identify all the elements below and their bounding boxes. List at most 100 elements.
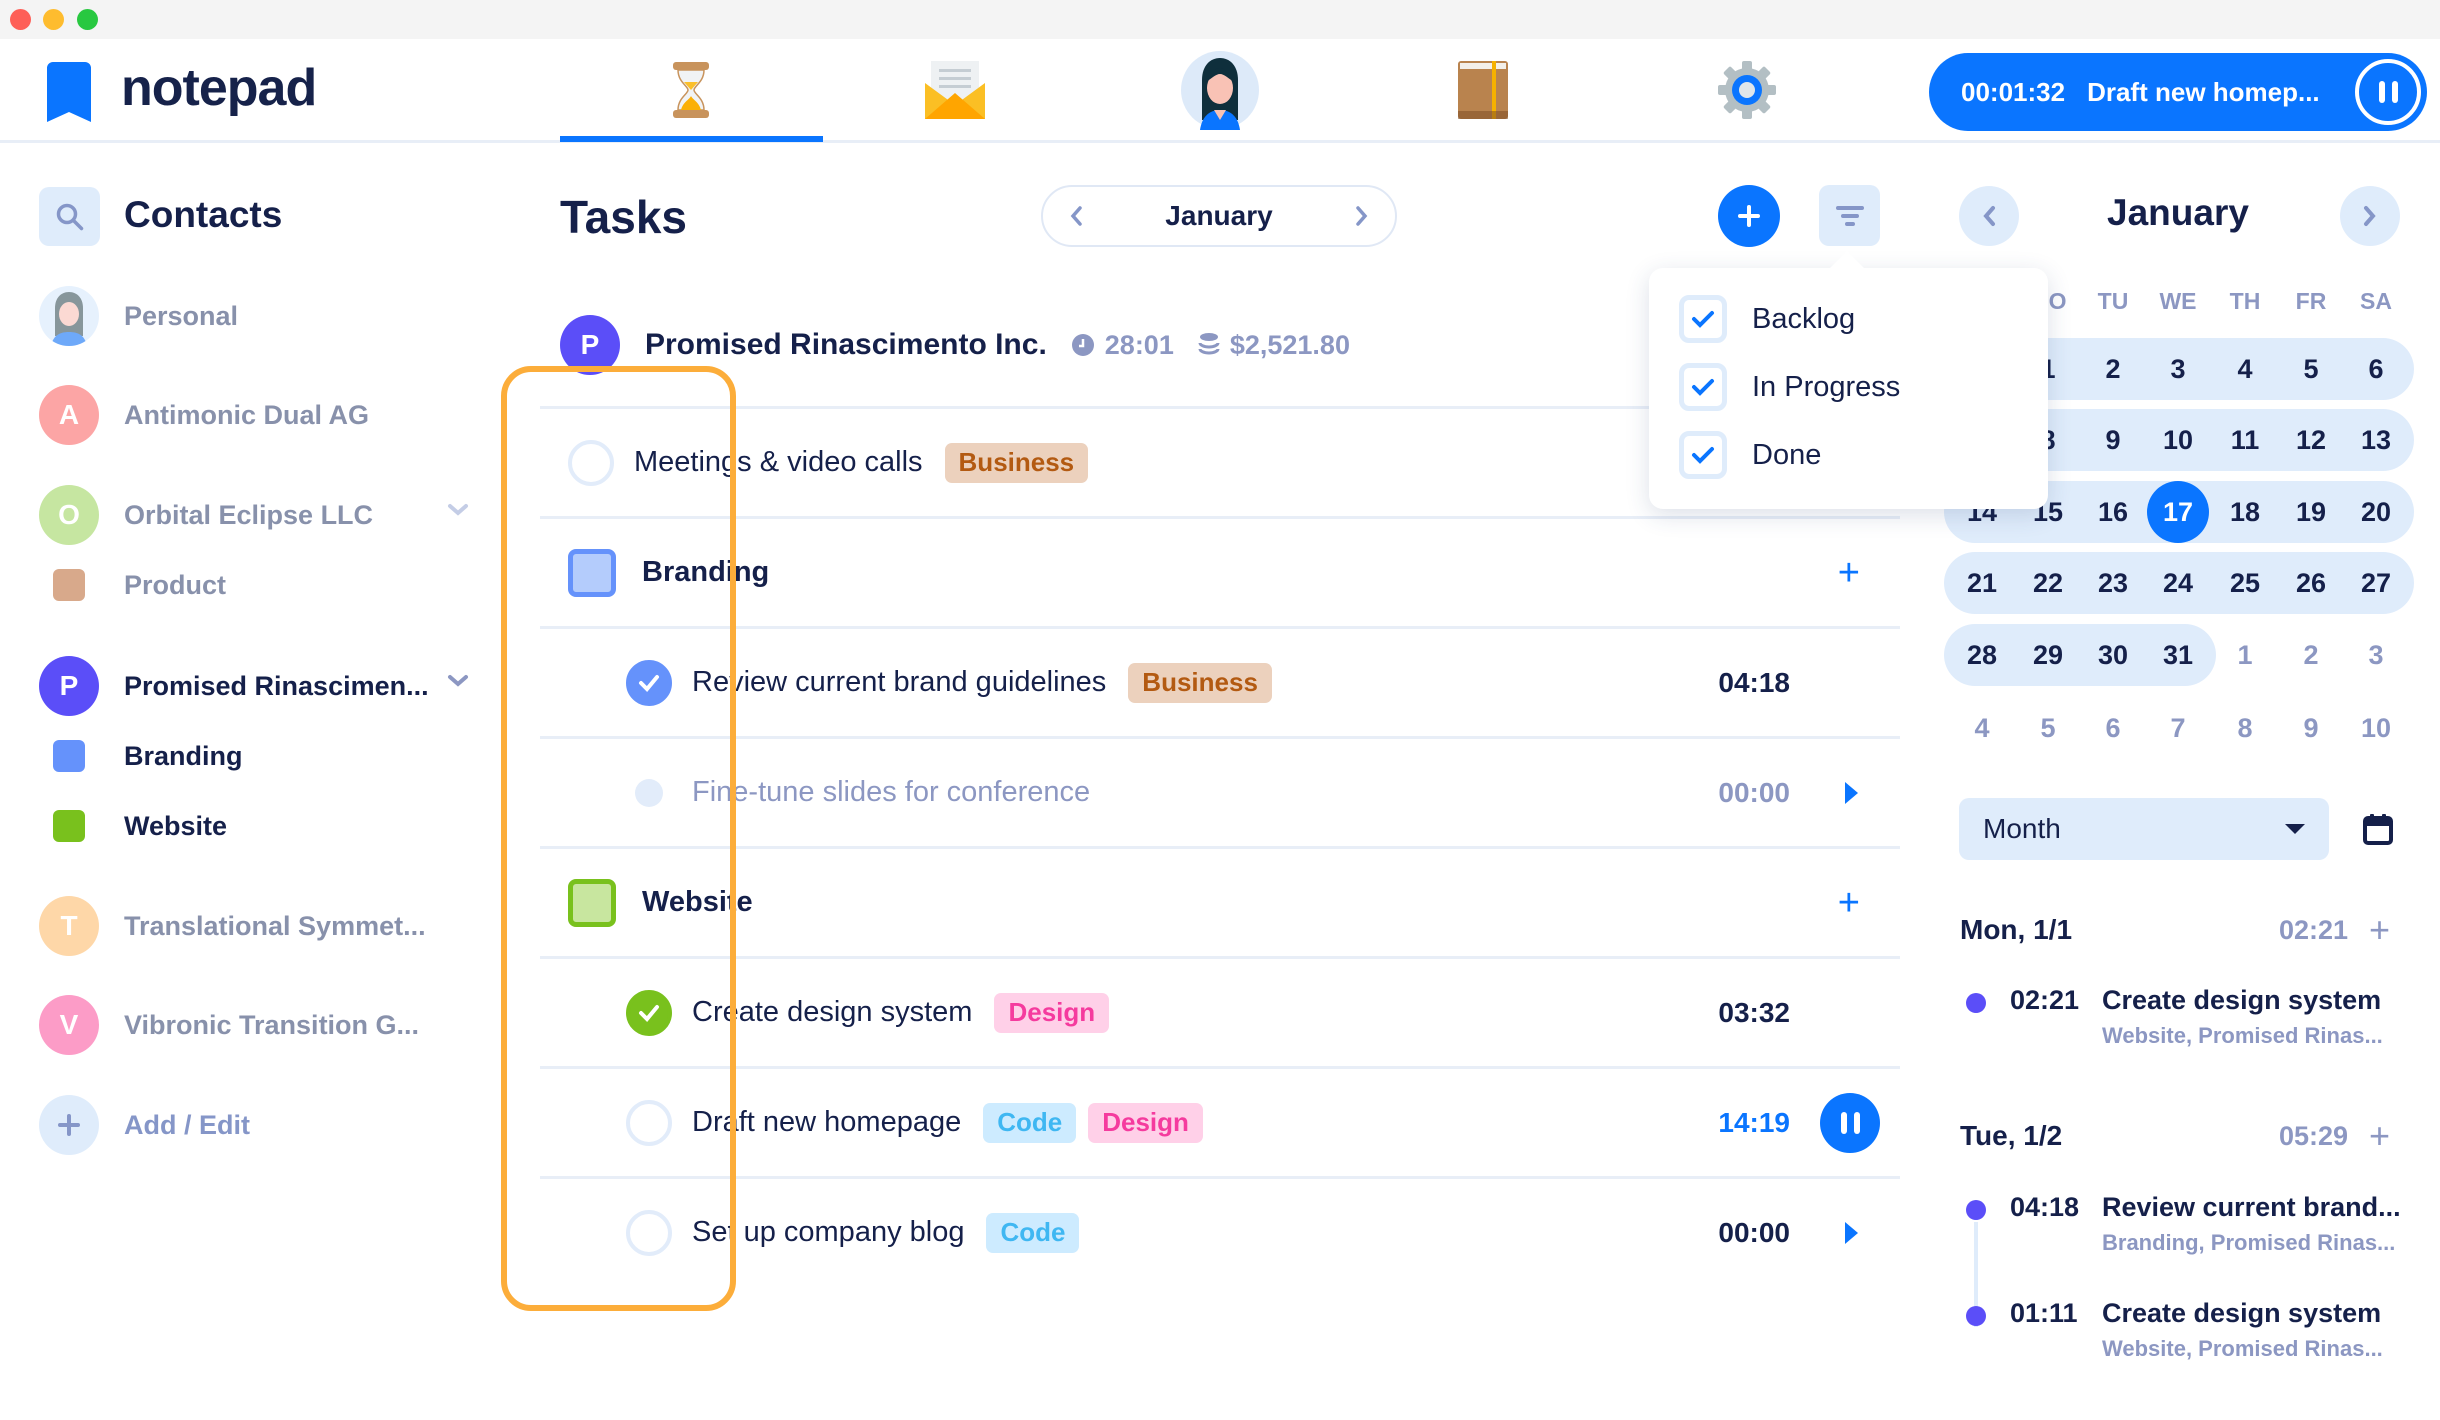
- calendar-day[interactable]: 7: [2148, 697, 2208, 759]
- calendar-day[interactable]: 31: [2148, 624, 2208, 686]
- contact-item-translational[interactable]: T Translational Symmet...: [39, 896, 469, 956]
- calendar-day[interactable]: 20: [2346, 481, 2406, 543]
- project-color-swatch: [53, 810, 85, 842]
- nav-tab-settings[interactable]: [1702, 50, 1792, 130]
- contact-item-personal[interactable]: Personal: [39, 286, 469, 346]
- calendar-day-today[interactable]: 17: [2148, 481, 2208, 543]
- calendar-day[interactable]: 24: [2148, 552, 2208, 614]
- filter-button[interactable]: [1819, 185, 1880, 246]
- calendar-day[interactable]: 12: [2281, 409, 2341, 471]
- calendar-prev-button[interactable]: [1959, 186, 2019, 246]
- calendar-day[interactable]: 10: [2148, 409, 2208, 471]
- calendar-day[interactable]: 4: [2215, 338, 2275, 400]
- calendar-day[interactable]: 4: [1952, 697, 2012, 759]
- minimize-window-button[interactable]: [43, 9, 64, 30]
- timer-pause-button[interactable]: [2355, 59, 2421, 125]
- calendar-day[interactable]: 21: [1952, 552, 2012, 614]
- calendar-day[interactable]: 26: [2281, 552, 2341, 614]
- maximize-window-button[interactable]: [77, 9, 98, 30]
- calendar-day[interactable]: 11: [2215, 409, 2275, 471]
- agenda-entry[interactable]: 01:11 Create design system Website, Prom…: [1960, 1298, 2400, 1368]
- chevron-right-icon[interactable]: [1355, 205, 1369, 227]
- contact-label: Vibronic Transition G...: [124, 1009, 420, 1040]
- calendar-day[interactable]: 6: [2083, 697, 2143, 759]
- contact-item-vibronic[interactable]: V Vibronic Transition G...: [39, 995, 469, 1055]
- play-icon[interactable]: [1845, 781, 1858, 804]
- task-row[interactable]: Set up company blog Code 00:00: [540, 1176, 1900, 1286]
- calendar-next-button[interactable]: [2340, 186, 2400, 246]
- calendar-day[interactable]: 25: [2215, 552, 2275, 614]
- project-row[interactable]: Website +: [540, 846, 1900, 956]
- nav-tab-mail[interactable]: [910, 50, 1000, 130]
- calendar-day[interactable]: 10: [2346, 697, 2406, 759]
- filter-option-done[interactable]: Done: [1679, 431, 1821, 479]
- calendar-day[interactable]: 27: [2346, 552, 2406, 614]
- time-value: 28:01: [1104, 329, 1174, 360]
- calendar-day[interactable]: 2: [2083, 338, 2143, 400]
- project-item-product[interactable]: Product: [39, 555, 469, 615]
- task-checkbox[interactable]: [626, 1099, 672, 1146]
- nav-tab-tasks[interactable]: [646, 50, 736, 130]
- add-entry-button[interactable]: +: [2369, 1118, 2390, 1154]
- calendar-day[interactable]: 30: [2083, 624, 2143, 686]
- contact-item-orbital[interactable]: O Orbital Eclipse LLC: [39, 485, 469, 545]
- agenda-entry[interactable]: 02:21 Create design system Website, Prom…: [1960, 985, 2400, 1055]
- calendar-day[interactable]: 2: [2281, 624, 2341, 686]
- filter-option-in-progress[interactable]: In Progress: [1679, 363, 1900, 411]
- task-row[interactable]: Fine-tune slides for conference 00:00: [540, 736, 1900, 846]
- chevron-down-icon[interactable]: [447, 503, 469, 517]
- calendar-day[interactable]: 18: [2215, 481, 2275, 543]
- add-task-to-project-button[interactable]: +: [1838, 884, 1860, 922]
- task-checkbox-checked[interactable]: [626, 659, 672, 706]
- chevron-down-icon[interactable]: [447, 674, 469, 688]
- project-row[interactable]: Branding +: [540, 516, 1900, 626]
- add-edit-contacts-button[interactable]: Add / Edit: [39, 1095, 469, 1155]
- task-row[interactable]: Draft new homepage Code Design 14:19: [540, 1066, 1900, 1176]
- checkbox-checked[interactable]: [1679, 295, 1727, 343]
- calendar-day[interactable]: 9: [2083, 409, 2143, 471]
- calendar-day[interactable]: 3: [2148, 338, 2208, 400]
- agenda-entry[interactable]: 04:18 Review current brand... Branding, …: [1960, 1192, 2401, 1262]
- chevron-left-icon[interactable]: [1069, 205, 1083, 227]
- calendar-day[interactable]: 5: [2018, 697, 2078, 759]
- calendar-day[interactable]: 3: [2346, 624, 2406, 686]
- calendar-day[interactable]: 22: [2018, 552, 2078, 614]
- contacts-search-button[interactable]: [39, 187, 100, 246]
- calendar-day[interactable]: 1: [2215, 624, 2275, 686]
- task-checkbox-checked[interactable]: [626, 989, 672, 1036]
- task-row[interactable]: Review current brand guidelines Business…: [540, 626, 1900, 736]
- calendar-day[interactable]: 9: [2281, 697, 2341, 759]
- calendar-day[interactable]: 6: [2346, 338, 2406, 400]
- add-task-to-project-button[interactable]: +: [1838, 554, 1860, 592]
- calendar-view-select[interactable]: Month: [1959, 798, 2329, 860]
- task-checkbox[interactable]: [635, 778, 663, 807]
- nav-tab-notebook[interactable]: [1438, 50, 1528, 130]
- pause-timer-button[interactable]: [1820, 1092, 1880, 1153]
- agenda-day-header: Tue, 1/2 05:29 +: [1960, 1116, 2400, 1156]
- play-icon[interactable]: [1845, 1221, 1858, 1244]
- nav-tab-profile[interactable]: [1175, 50, 1265, 130]
- calendar-day[interactable]: 19: [2281, 481, 2341, 543]
- calendar-day[interactable]: 8: [2215, 697, 2275, 759]
- calendar-day[interactable]: 13: [2346, 409, 2406, 471]
- task-checkbox[interactable]: [626, 1209, 672, 1256]
- calendar-day[interactable]: 16: [2083, 481, 2143, 543]
- close-window-button[interactable]: [10, 9, 31, 30]
- checkbox-checked[interactable]: [1679, 431, 1727, 479]
- project-item-website[interactable]: Website: [39, 796, 469, 856]
- add-task-button[interactable]: [1718, 185, 1780, 247]
- filter-option-backlog[interactable]: Backlog: [1679, 295, 1855, 343]
- calendar-day[interactable]: 5: [2281, 338, 2341, 400]
- checkbox-checked[interactable]: [1679, 363, 1727, 411]
- task-row[interactable]: Create design system Design 03:32: [540, 956, 1900, 1066]
- contact-item-antimonic[interactable]: A Antimonic Dual AG: [39, 385, 469, 445]
- calendar-day[interactable]: 23: [2083, 552, 2143, 614]
- active-timer[interactable]: 00:01:32 Draft new homep...: [1929, 53, 2427, 131]
- calendar-day[interactable]: 29: [2018, 624, 2078, 686]
- calendar-icon[interactable]: [2363, 813, 2393, 845]
- calendar-day[interactable]: 28: [1952, 624, 2012, 686]
- task-checkbox[interactable]: [568, 439, 614, 486]
- contact-item-promised[interactable]: P Promised Rinascimen...: [39, 656, 469, 716]
- add-entry-button[interactable]: +: [2369, 912, 2390, 948]
- project-item-branding[interactable]: Branding: [39, 726, 469, 786]
